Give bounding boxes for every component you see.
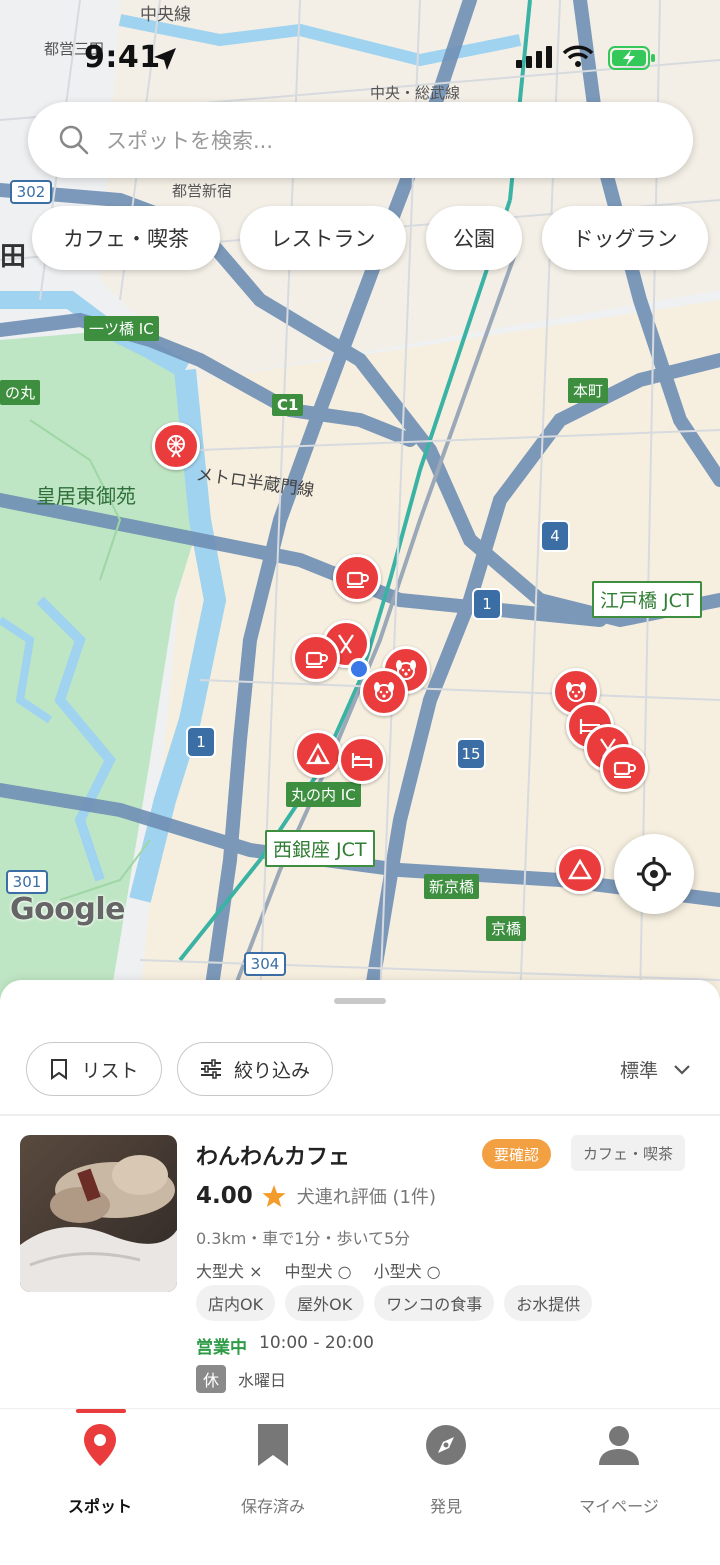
map-label-no-maru: の丸 [0,380,41,405]
cellular-signal-icon [516,46,552,68]
open-status: 営業中 [196,1338,247,1358]
feature-tag: 屋外OK [285,1285,365,1321]
feature-tags: 店内OK 屋外OK ワンコの食事 お水提供 [196,1285,593,1321]
tab-bar: スポット 保存済み 発見 マイページ [0,1408,720,1565]
closed-day-row: 休 水曜日 [196,1365,286,1393]
tab-label: 保存済み [240,1497,305,1516]
sheet-drag-handle[interactable] [334,998,386,1004]
battery-charging-icon [608,46,655,70]
map-pin-icon [84,1424,116,1466]
road-shield: 302 [10,180,52,204]
chip-dog-run[interactable]: ドッグラン [542,206,708,270]
list-button[interactable]: リスト [26,1042,162,1096]
tab-discover[interactable]: 発見 [371,1409,521,1519]
sort-dropdown[interactable]: 標準 [620,1056,692,1083]
tab-spot[interactable]: スポット [25,1409,175,1519]
list-button-label: リスト [81,1059,139,1082]
hours-row: 営業中 10:00 - 20:00 [196,1333,374,1358]
road-shield: 15 [456,738,486,770]
dog-size-medium: 中型犬 ○ [284,1262,352,1281]
hours-time: 10:00 - 20:00 [259,1333,374,1353]
chevron-down-icon [674,1064,690,1075]
rating-label: 犬連れ評価 (1件) [296,1187,436,1208]
sliders-icon [200,1059,221,1079]
map-label-nishiginza-jct: 西銀座 JCT [265,830,375,867]
crosshair-icon [637,857,671,891]
bookmark-outline-icon [51,1059,68,1080]
rating-row: 4.00 犬連れ評価 (1件) [196,1183,436,1209]
road-shield: 4 [540,520,570,552]
pin-hotel-icon[interactable] [338,736,386,784]
map-view[interactable]: 中央線 都営三田 中央・総武線 都営新宿 田 一ツ橋 IC の丸 C1 本町 皇… [0,0,720,1000]
map-label-shin-kyobashi: 新京橋 [424,874,480,899]
road-shield: 301 [6,870,48,894]
category-badge: カフェ・喫茶 [571,1135,686,1171]
search-input[interactable]: スポットを検索... [106,125,273,155]
closed-day: 水曜日 [238,1371,287,1390]
road-shield: 304 [244,952,286,976]
chip-cafe[interactable]: カフェ・喫茶 [32,206,220,270]
map-label-edobashi-jct: 江戸橋 JCT [592,581,702,618]
pin-cafe-icon[interactable] [292,634,340,682]
road-shield: 1 [186,726,216,758]
rating-value: 4.00 [196,1183,253,1209]
tab-label: マイページ [579,1497,659,1516]
status-time: 9:41 [84,40,161,75]
dog-size-large: 大型犬 × [196,1262,263,1281]
pin-mountain-icon[interactable] [556,846,604,894]
pin-camp-icon[interactable] [294,730,342,778]
location-arrow-icon [154,48,176,70]
dog-size-small: 小型犬 ○ [373,1262,441,1281]
divider [0,1114,720,1116]
search-bar[interactable]: スポットを検索... [28,102,693,178]
map-label-marunouchi-ic: 丸の内 IC [286,782,361,807]
feature-tag: ワンコの食事 [374,1285,495,1321]
wifi-icon [562,45,594,67]
map-label-honcho: 本町 [568,378,609,403]
tab-label: スポット [67,1497,132,1516]
tab-mypage[interactable]: マイページ [544,1409,694,1519]
bottom-sheet: リスト 絞り込み 標準 わんわんカフェ 要確認 カフェ・喫茶 4.00 犬連れ評… [0,980,720,1410]
star-icon [262,1185,286,1207]
bookmark-icon [258,1424,288,1466]
map-label-kokyo-higashi-gyoen: 皇居東御苑 [36,484,136,508]
distance-text: 0.3km・車で1分・歩いて5分 [196,1229,411,1248]
pin-cafe-icon[interactable] [333,554,381,602]
filter-button-label: 絞り込み [233,1059,310,1082]
filter-button[interactable]: 絞り込み [177,1042,333,1096]
map-label-kyobashi: 京橋 [486,916,527,941]
status-bar: 9:41 [0,0,720,110]
search-icon [59,125,89,155]
tab-label: 発見 [429,1497,462,1516]
category-chips: カフェ・喫茶 レストラン 公園 ドッグラン [0,206,720,270]
spot-photo [20,1135,177,1292]
spot-name: わんわんカフェ [196,1145,351,1170]
pin-cafe-icon[interactable] [600,744,648,792]
map-label-c1: C1 [272,394,304,416]
map-label-toei-shinjuku: 都営新宿 [172,182,233,200]
closed-badge: 休 [196,1365,226,1393]
chip-park[interactable]: 公園 [426,206,522,270]
status-badge: 要確認 [482,1139,552,1169]
feature-tag: お水提供 [504,1285,593,1321]
chip-restaurant[interactable]: レストラン [240,206,406,270]
current-location-dot [348,658,370,680]
spot-card[interactable]: わんわんカフェ 要確認 カフェ・喫茶 4.00 犬連れ評価 (1件) 0.3km… [0,1117,720,1393]
google-logo: Google [10,892,125,927]
tab-saved[interactable]: 保存済み [198,1409,348,1519]
sort-label: 標準 [619,1060,658,1082]
person-icon [599,1426,639,1465]
feature-tag: 店内OK [196,1285,276,1321]
compass-icon [426,1425,466,1465]
locate-me-button[interactable] [614,834,694,914]
pin-amusement-icon[interactable] [152,422,200,470]
dog-size-info: 大型犬 × 中型犬 ○ 小型犬 ○ [196,1258,441,1282]
map-label-hitotsubashi-ic: 一ツ橋 IC [84,316,159,341]
road-shield: 1 [472,588,502,620]
